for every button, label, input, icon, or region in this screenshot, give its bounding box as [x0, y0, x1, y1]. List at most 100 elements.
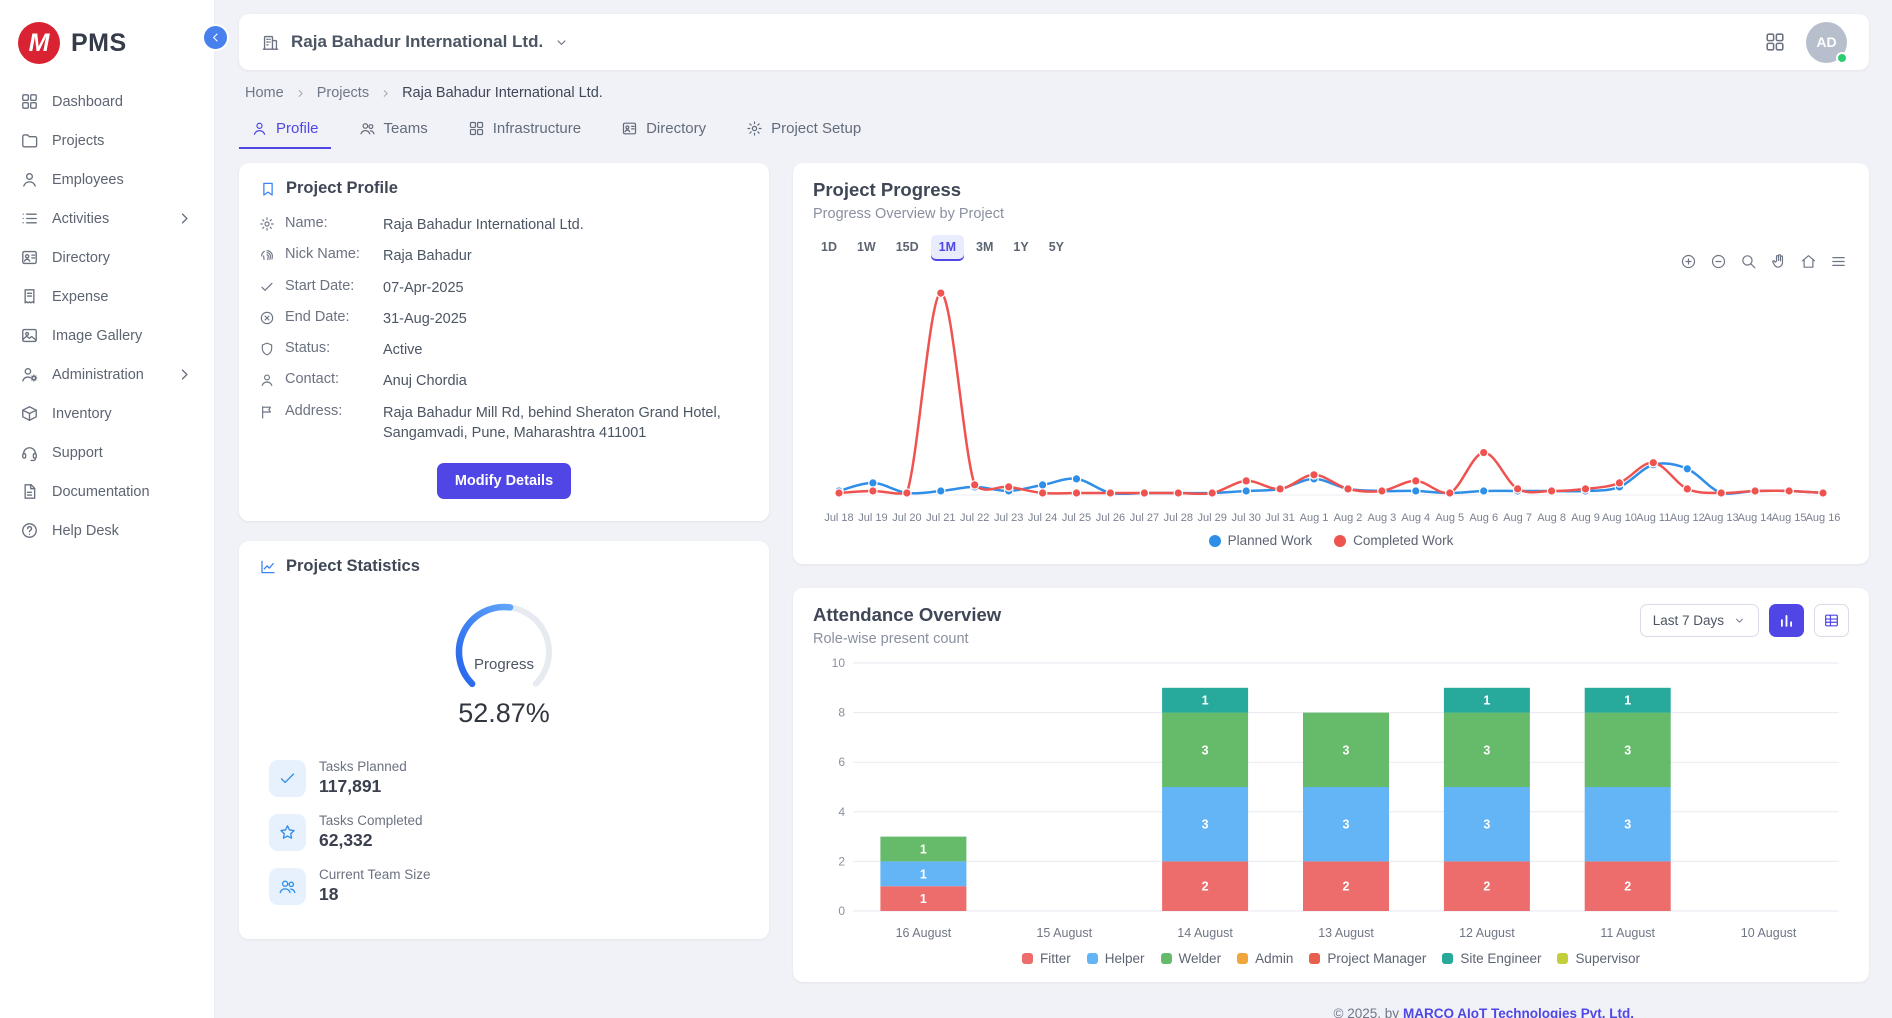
svg-text:3: 3 — [1202, 818, 1209, 832]
sidebar-item-employees[interactable]: Employees — [0, 162, 214, 197]
range-button-1d[interactable]: 1D — [813, 235, 845, 259]
sidebar-item-label: Directory — [52, 250, 110, 266]
sidebar-collapse-button[interactable] — [202, 24, 229, 51]
content-area: Project Profile Name: Raja Bahadur Inter… — [239, 163, 1869, 1018]
legend-planned-work[interactable]: Planned Work — [1209, 533, 1313, 548]
sidebar: M PMS Dashboard Projects Employees Activ… — [0, 0, 215, 1018]
legend-supervisor[interactable]: Supervisor — [1557, 951, 1640, 966]
sidebar-item-documentation[interactable]: Documentation — [0, 474, 214, 509]
project-statistics-card: Project Statistics Progress 52.87% Tasks… — [239, 541, 769, 939]
field-value: 31-Aug-2025 — [383, 309, 467, 329]
legend-site-engineer[interactable]: Site Engineer — [1442, 951, 1541, 966]
fingerprint-icon — [259, 247, 275, 263]
flag-icon — [259, 404, 275, 420]
legend-admin[interactable]: Admin — [1237, 951, 1293, 966]
svg-text:Jul 29: Jul 29 — [1198, 512, 1227, 524]
legend-label: Supervisor — [1575, 951, 1640, 966]
attendance-header: Attendance Overview Role-wise present co… — [813, 604, 1849, 647]
svg-text:1: 1 — [1624, 694, 1631, 708]
legend-marker — [1022, 953, 1033, 964]
receipt-icon — [20, 287, 39, 306]
sidebar-item-activities[interactable]: Activities — [0, 201, 214, 236]
company-selector[interactable]: Raja Bahadur International Ltd. — [261, 32, 569, 52]
zoom-in-icon[interactable] — [1680, 253, 1697, 270]
sidebar-item-dashboard[interactable]: Dashboard — [0, 84, 214, 119]
svg-text:Aug 9: Aug 9 — [1571, 512, 1600, 524]
svg-text:Jul 23: Jul 23 — [994, 512, 1023, 524]
field-value: Anuj Chordia — [383, 371, 467, 391]
pan-icon[interactable] — [1770, 253, 1787, 270]
breadcrumb-home[interactable]: Home — [245, 85, 284, 101]
legend-fitter[interactable]: Fitter — [1022, 951, 1071, 966]
sidebar-item-image-gallery[interactable]: Image Gallery — [0, 318, 214, 353]
stat-value: 18 — [319, 884, 431, 905]
progress-chart-svg[interactable]: Jul 18Jul 19Jul 20Jul 21Jul 22Jul 23Jul … — [813, 263, 1849, 531]
svg-text:2: 2 — [838, 854, 845, 868]
range-button-3m[interactable]: 3M — [968, 235, 1001, 259]
sidebar-item-inventory[interactable]: Inventory — [0, 396, 214, 431]
breadcrumb-projects[interactable]: Projects — [317, 85, 369, 101]
tab-teams[interactable]: Teams — [347, 111, 440, 149]
sidebar-item-projects[interactable]: Projects — [0, 123, 214, 158]
svg-text:10 August: 10 August — [1741, 926, 1797, 940]
range-button-15d[interactable]: 15D — [888, 235, 927, 259]
svg-text:2: 2 — [1202, 880, 1209, 894]
folder-icon — [20, 131, 39, 150]
card-header: Project Profile — [259, 179, 749, 198]
svg-text:6: 6 — [838, 755, 845, 769]
tab-directory[interactable]: Directory — [609, 111, 718, 149]
user-icon — [259, 372, 275, 388]
legend-label: Helper — [1105, 951, 1145, 966]
reset-zoom-icon[interactable] — [1800, 253, 1817, 270]
chart-menu-icon[interactable] — [1830, 253, 1847, 270]
legend-label: Site Engineer — [1460, 951, 1541, 966]
legend-welder[interactable]: Welder — [1161, 951, 1222, 966]
apps-grid-icon[interactable] — [1764, 31, 1786, 53]
stat-icon-box — [269, 760, 306, 797]
modify-details-button[interactable]: Modify Details — [437, 463, 571, 499]
svg-text:3: 3 — [1483, 743, 1490, 757]
sidebar-item-administration[interactable]: Administration — [0, 357, 214, 392]
sidebar-item-directory[interactable]: Directory — [0, 240, 214, 275]
zoom-out-icon[interactable] — [1710, 253, 1727, 270]
svg-text:12 August: 12 August — [1459, 926, 1515, 940]
chart-line-icon — [259, 558, 277, 576]
legend-helper[interactable]: Helper — [1087, 951, 1145, 966]
selection-zoom-icon[interactable] — [1740, 253, 1757, 270]
attendance-chart-svg[interactable]: 024681016 August11115 August14 August233… — [813, 651, 1849, 949]
svg-text:14 August: 14 August — [1177, 926, 1233, 940]
sidebar-item-label: Employees — [52, 172, 124, 188]
sidebar-item-help-desk[interactable]: Help Desk — [0, 513, 214, 548]
legend-project-manager[interactable]: Project Manager — [1309, 951, 1426, 966]
table-view-toggle[interactable] — [1814, 604, 1849, 637]
company-link[interactable]: MARCO AIoT Technologies Pvt. Ltd. — [1403, 1006, 1634, 1018]
avatar[interactable]: AD — [1806, 22, 1847, 63]
range-button-1w[interactable]: 1W — [849, 235, 884, 259]
range-button-5y[interactable]: 5Y — [1041, 235, 1072, 259]
field-label: Status: — [285, 340, 373, 356]
tab-project-setup[interactable]: Project Setup — [734, 111, 873, 149]
legend-label: Admin — [1255, 951, 1293, 966]
gauge-value: 52.87% — [458, 698, 550, 729]
svg-text:Jul 30: Jul 30 — [1232, 512, 1261, 524]
svg-text:Aug 3: Aug 3 — [1368, 512, 1397, 524]
app-logo[interactable]: M PMS — [0, 10, 214, 84]
profile-field-start-date: Start Date: 07-Apr-2025 — [259, 278, 749, 298]
sidebar-item-expense[interactable]: Expense — [0, 279, 214, 314]
range-button-1y[interactable]: 1Y — [1005, 235, 1036, 259]
field-label: Name: — [285, 215, 373, 231]
legend-completed-work[interactable]: Completed Work — [1334, 533, 1453, 548]
tab-profile[interactable]: Profile — [239, 111, 331, 149]
check-icon — [278, 769, 297, 788]
online-status-dot — [1836, 52, 1848, 64]
sidebar-item-support[interactable]: Support — [0, 435, 214, 470]
field-label: Start Date: — [285, 278, 373, 294]
bar-view-toggle[interactable] — [1769, 604, 1804, 637]
building-icon — [261, 33, 280, 52]
date-range-select[interactable]: Last 7 Days — [1640, 604, 1759, 637]
logo-icon: M — [18, 22, 60, 64]
range-button-1m[interactable]: 1M — [931, 235, 964, 259]
tab-infrastructure[interactable]: Infrastructure — [456, 111, 593, 149]
svg-text:15 August: 15 August — [1036, 926, 1092, 940]
svg-text:0: 0 — [838, 904, 845, 918]
